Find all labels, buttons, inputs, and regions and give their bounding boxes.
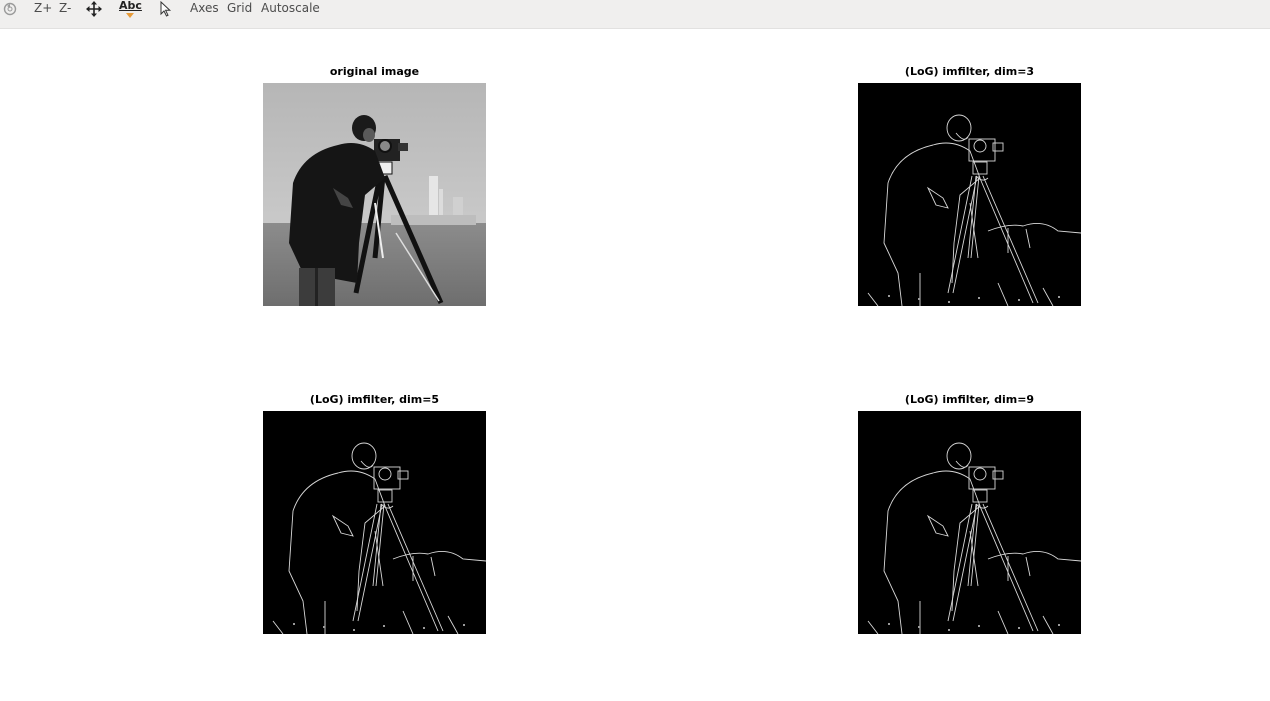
pointer-icon[interactable]: [158, 0, 174, 17]
zoom-in-button[interactable]: Z+: [34, 0, 52, 17]
subplot-title: (LoG) imfilter, dim=5: [309, 393, 440, 406]
autoscale-button[interactable]: Autoscale: [261, 0, 320, 17]
rotate-icon[interactable]: [2, 0, 18, 17]
zoom-out-button[interactable]: Z-: [59, 0, 71, 17]
original-image: [263, 83, 486, 306]
log-filtered-image: [263, 411, 486, 634]
subplot-title: (LoG) imfilter, dim=9: [904, 393, 1035, 406]
text-abc-icon[interactable]: Abc: [119, 0, 142, 21]
log-filtered-image: [858, 83, 1081, 306]
log-filtered-image: [858, 411, 1081, 634]
pan-cross-arrows-icon[interactable]: [85, 0, 103, 17]
axes-button[interactable]: Axes: [190, 0, 219, 17]
subplot-title: original image: [329, 65, 420, 78]
subplot-title: (LoG) imfilter, dim=3: [904, 65, 1035, 78]
grid-button[interactable]: Grid: [227, 0, 252, 17]
figure-toolbar: Z+ Z- Abc Axes Grid Autoscale: [0, 0, 1270, 29]
